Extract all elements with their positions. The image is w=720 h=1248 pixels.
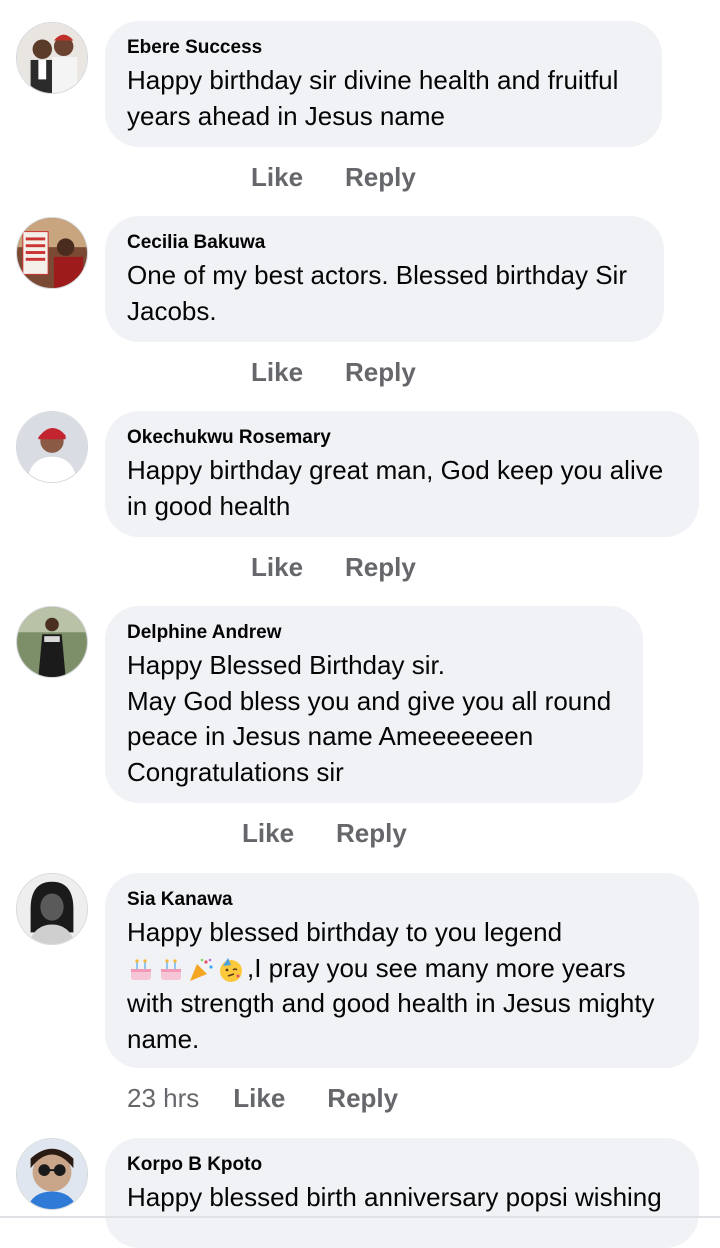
reply-button[interactable]: Reply <box>345 357 416 388</box>
comment-bubble: Ebere Success Happy birthday sir divine … <box>105 21 662 147</box>
couple-photo-avatar <box>17 23 87 93</box>
like-button[interactable]: Like <box>233 1083 285 1114</box>
birthday-cake-emoji <box>127 956 155 984</box>
comment-author[interactable]: Okechukwu Rosemary <box>127 427 677 449</box>
comment-text-line: Happy blessed birthday to you legend <box>127 917 563 947</box>
comment-text-line: with strength and good health in Jesus m… <box>127 988 655 1054</box>
comment-bubble: Cecilia Bakuwa One of my best actors. Bl… <box>105 216 664 342</box>
woman-red-headwrap-avatar <box>17 412 87 482</box>
reply-button[interactable]: Reply <box>345 552 416 583</box>
comment-author[interactable]: Korpo B Kpoto <box>127 1154 677 1176</box>
like-button[interactable]: Like <box>242 818 294 849</box>
comment-bubble: Korpo B Kpoto Happy blessed birth annive… <box>105 1138 699 1248</box>
comment-author[interactable]: Ebere Success <box>127 37 640 59</box>
like-button[interactable]: Like <box>251 357 303 388</box>
comment-bubble: Sia Kanawa Happy blessed birthday to you… <box>105 873 699 1068</box>
woman-sunglasses-avatar <box>17 1139 87 1209</box>
avatar[interactable] <box>16 1138 88 1210</box>
comment-bubble: Okechukwu Rosemary Happy birthday great … <box>105 411 699 537</box>
like-button[interactable]: Like <box>251 552 303 583</box>
comment-text: Happy birthday great man, God keep you a… <box>127 455 664 521</box>
comment-actions: Like Reply <box>251 162 416 193</box>
reply-button[interactable]: Reply <box>345 162 416 193</box>
woman-bw-portrait-avatar <box>17 874 87 944</box>
comment-author[interactable]: Sia Kanawa <box>127 889 677 911</box>
avatar[interactable] <box>16 22 88 94</box>
comment-text: Happy blessed birthday to you legend ,I … <box>127 915 677 1057</box>
comment-text: Happy blessed birth anniversary popsi wi… <box>127 1182 662 1212</box>
partying-face-emoji <box>217 956 245 984</box>
comment-text: Happy Blessed Birthday sir. May God bles… <box>127 650 612 787</box>
comment-text-line: ,I pray you see many more years <box>247 952 626 983</box>
comment-text: One of my best actors. Blessed birthday … <box>127 260 627 326</box>
divider <box>0 1216 720 1218</box>
comment-actions: Like Reply <box>251 552 416 583</box>
reply-button[interactable]: Reply <box>336 818 407 849</box>
timestamp[interactable]: 23 hrs <box>127 1083 199 1114</box>
comment-author[interactable]: Cecilia Bakuwa <box>127 232 642 254</box>
avatar[interactable] <box>16 606 88 678</box>
comment-actions: 23 hrs Like Reply <box>127 1083 398 1114</box>
comment-actions: Like Reply <box>251 357 416 388</box>
avatar[interactable] <box>16 411 88 483</box>
comment-bubble: Delphine Andrew Happy Blessed Birthday s… <box>105 606 643 803</box>
reply-button[interactable]: Reply <box>327 1083 398 1114</box>
party-popper-emoji <box>187 956 215 984</box>
sign-photo-avatar <box>17 218 87 288</box>
comment-author[interactable]: Delphine Andrew <box>127 622 621 644</box>
comment-actions: Like Reply <box>242 818 407 849</box>
like-button[interactable]: Like <box>251 162 303 193</box>
woman-standing-avatar <box>17 607 87 677</box>
avatar[interactable] <box>16 873 88 945</box>
comment-text: Happy birthday sir divine health and fru… <box>127 65 619 131</box>
birthday-cake-emoji <box>157 956 185 984</box>
avatar[interactable] <box>16 217 88 289</box>
